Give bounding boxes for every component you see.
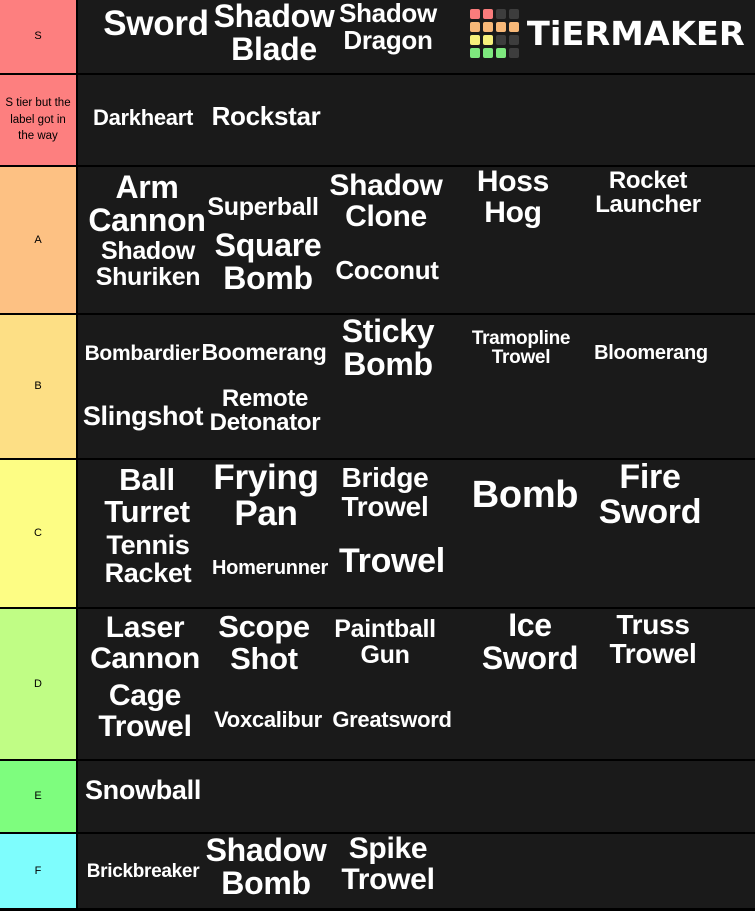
- tier-label-b[interactable]: B: [0, 315, 78, 458]
- tier-item[interactable]: Snowball: [78, 776, 208, 805]
- tier-item[interactable]: Scope Shot: [196, 611, 332, 674]
- tier-label-a[interactable]: A: [0, 167, 78, 313]
- tier-label-d[interactable]: D: [0, 609, 78, 759]
- tier-item[interactable]: Slingshot: [78, 402, 208, 431]
- tier-item[interactable]: Square Bomb: [200, 229, 336, 294]
- tier-items-container: Snowball: [78, 761, 755, 832]
- tier-item[interactable]: Spike Trowel: [318, 834, 458, 895]
- tier-item[interactable]: Arm Cannon: [82, 171, 212, 236]
- tier-item[interactable]: Coconut: [318, 257, 456, 284]
- tier-label-c[interactable]: C: [0, 460, 78, 607]
- logo-grid-cell: [483, 22, 494, 32]
- tier-label-e[interactable]: E: [0, 761, 78, 832]
- tier-items-container: Arm Cannon Superball Shadow Clone Hoss Hog R…: [78, 167, 755, 313]
- logo-grid-cell: [483, 48, 494, 58]
- tiermaker-logo: TiERMAKER: [470, 9, 746, 58]
- tier-item[interactable]: Shadow Bomb: [196, 834, 336, 899]
- tier-items-container: Darkheart Rockstar: [78, 75, 755, 165]
- tier-item[interactable]: Superball: [196, 194, 330, 221]
- tier-row: B Bombardier Boomerang Sticky Bomb Tramoplin…: [0, 315, 755, 460]
- tiermaker-logo-grid-icon: [470, 9, 520, 58]
- tier-item[interactable]: Voxcalibur: [198, 708, 338, 731]
- tier-items-container: Sword Shadow Blade Shadow Dragon TiERMAKER: [78, 0, 755, 73]
- tier-item[interactable]: Tramopline Trowel: [456, 329, 586, 368]
- tier-item[interactable]: Hoss Hog: [458, 167, 568, 228]
- tier-row: F Brickbreaker Shadow Bomb Spike Trowel: [0, 834, 755, 910]
- tier-item[interactable]: Paintball Gun: [318, 616, 452, 668]
- tier-item[interactable]: Sticky Bomb: [318, 315, 458, 380]
- tier-item[interactable]: Rockstar: [200, 103, 332, 130]
- logo-grid-cell: [483, 35, 494, 45]
- tier-item[interactable]: Tennis Racket: [84, 531, 212, 587]
- tier-row: A Arm Cannon Superball Shadow Clone Hoss Hog…: [0, 167, 755, 315]
- tier-row: D Laser Cannon Scope Shot Paintball Gun Ice …: [0, 609, 755, 761]
- logo-grid-cell: [470, 48, 481, 58]
- tier-label-s[interactable]: S: [0, 0, 78, 73]
- tier-items-container: Bombardier Boomerang Sticky Bomb Tramopline…: [78, 315, 755, 458]
- tier-row: C Ball Turret Frying Pan Bridge Trowel Bomb F…: [0, 460, 755, 609]
- tier-item[interactable]: Bombardier: [78, 343, 206, 365]
- logo-grid-cell: [496, 9, 507, 19]
- tier-item[interactable]: Shadow Clone: [316, 170, 456, 232]
- tier-item[interactable]: Brickbreaker: [78, 862, 208, 882]
- tier-item[interactable]: Remote Detonator: [196, 386, 334, 436]
- tier-label-f[interactable]: F: [0, 834, 78, 908]
- logo-grid-cell: [509, 9, 520, 19]
- tier-row: S tier but the label got in the way Darkh…: [0, 75, 755, 167]
- logo-grid-cell: [509, 22, 520, 32]
- tier-row: S Sword Shadow Blade Shadow Dragon TiERMAKER: [0, 0, 755, 75]
- logo-grid-cell: [496, 35, 507, 45]
- tier-label-s-tier-but-the-label-got-in-the-way[interactable]: S tier but the label got in the way: [0, 75, 78, 165]
- tier-row: E Snowball: [0, 761, 755, 834]
- tier-item[interactable]: Boomerang: [196, 340, 332, 364]
- tier-item[interactable]: Frying Pan: [196, 460, 336, 531]
- tier-item[interactable]: Laser Cannon: [80, 612, 210, 674]
- tier-item[interactable]: Bomb: [454, 476, 596, 515]
- tier-item[interactable]: Trowel: [318, 544, 466, 579]
- logo-grid-cell: [470, 9, 481, 19]
- logo-grid-cell: [470, 22, 481, 32]
- tier-items-container: Laser Cannon Scope Shot Paintball Gun Ice S…: [78, 609, 755, 759]
- logo-grid-cell: [509, 48, 520, 58]
- tier-item[interactable]: Cage Trowel: [82, 680, 208, 742]
- logo-grid-cell: [496, 22, 507, 32]
- tier-item[interactable]: Ball Turret: [82, 464, 212, 527]
- tier-item[interactable]: Bridge Trowel: [318, 463, 452, 521]
- tier-item[interactable]: Shadow Dragon: [318, 0, 458, 53]
- tier-items-container: Brickbreaker Shadow Bomb Spike Trowel: [78, 834, 755, 908]
- tier-item[interactable]: Fire Sword: [578, 460, 722, 529]
- tier-item[interactable]: Shadow Shuriken: [82, 238, 214, 290]
- logo-grid-cell: [470, 35, 481, 45]
- tier-item[interactable]: Bloomerang: [570, 343, 732, 364]
- tier-item[interactable]: Darkheart: [78, 106, 208, 129]
- tier-item[interactable]: Truss Trowel: [578, 610, 728, 668]
- tier-list-board: S Sword Shadow Blade Shadow Dragon TiERMAKER…: [0, 0, 755, 911]
- logo-grid-cell: [496, 48, 507, 58]
- tiermaker-wordmark: TiERMAKER: [527, 14, 746, 53]
- tier-items-container: Ball Turret Frying Pan Bridge Trowel Bomb Fi…: [78, 460, 755, 607]
- tier-item[interactable]: Greatsword: [318, 708, 466, 731]
- logo-grid-cell: [483, 9, 494, 19]
- logo-grid-cell: [509, 35, 520, 45]
- tier-item[interactable]: Rocket Launcher: [568, 168, 728, 218]
